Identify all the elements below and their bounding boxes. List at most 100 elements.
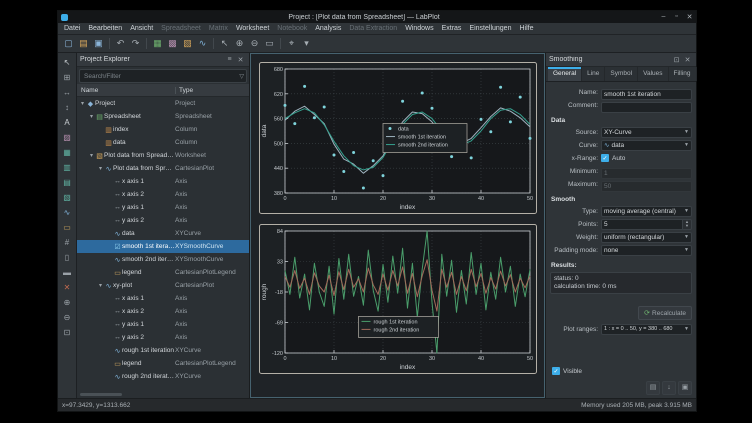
titlebar[interactable]: Project : [Plot data from Spreadsheet] —…: [58, 11, 696, 23]
expander-icon[interactable]: ▾: [88, 113, 95, 120]
tree-row[interactable]: ↔x axis 2Axis: [77, 305, 249, 318]
tree-column-headers[interactable]: Name Type: [77, 84, 249, 97]
menu-data-extraction[interactable]: Data Extraction: [345, 23, 401, 34]
smooth-plot[interactable]: 01020304050380440500560620680indexdatada…: [259, 62, 537, 214]
dock-close-icon[interactable]: ✕: [235, 56, 246, 64]
zoom-fit-icon[interactable]: ▭: [263, 37, 276, 50]
menu-extras[interactable]: Extras: [438, 23, 466, 34]
tree-row[interactable]: ▭legendCartesianPlotLegend: [77, 266, 249, 279]
select-tool-icon[interactable]: ↖: [61, 56, 74, 69]
tree-row[interactable]: ▾▤SpreadsheetSpreadsheet: [77, 110, 249, 123]
tree-row[interactable]: ▾◆ProjectProject: [77, 97, 249, 110]
dock-menu-icon[interactable]: ≡: [224, 56, 235, 63]
menu-datei[interactable]: Datei: [60, 23, 84, 34]
add-curve-tool-icon[interactable]: ∿: [61, 206, 74, 219]
tree-row[interactable]: ↔y axis 2Axis: [77, 331, 249, 344]
tree-row[interactable]: ↔y axis 1Axis: [77, 318, 249, 331]
new-matrix-icon[interactable]: ▩: [166, 37, 179, 50]
tree-row[interactable]: ↔y axis 1Axis: [77, 201, 249, 214]
vertical-layout-icon[interactable]: ▯: [61, 251, 74, 264]
search-box[interactable]: ▽: [79, 69, 247, 83]
tree-row[interactable]: ▾∿Plot data from SpreadsheetCartesianPlo…: [77, 162, 249, 175]
project-explorer-header[interactable]: Project Explorer ≡ ✕: [77, 53, 249, 67]
crosshair-icon[interactable]: ⌖: [285, 37, 298, 50]
open-project-icon[interactable]: ▤: [77, 37, 90, 50]
expander-icon[interactable]: ▾: [97, 165, 104, 172]
tree-row[interactable]: ∿rough 1st iterationXYCurve: [77, 344, 249, 357]
close-button[interactable]: ✕: [683, 13, 696, 21]
expander-icon[interactable]: ▾: [88, 152, 95, 159]
new-project-icon[interactable]: ▢: [62, 37, 75, 50]
add-plot-two-axes-icon[interactable]: ▥: [61, 161, 74, 174]
dock-float-icon[interactable]: ⊡: [671, 56, 682, 64]
add-plot-four-axes-icon[interactable]: ▦: [61, 146, 74, 159]
fit-page-tool-icon[interactable]: ⊡: [61, 326, 74, 339]
column-header-name[interactable]: Name: [77, 87, 175, 94]
text-label-tool-icon[interactable]: A: [61, 116, 74, 129]
expander-icon[interactable]: ▾: [97, 282, 104, 289]
menu-notebook[interactable]: Notebook: [273, 23, 311, 34]
tree-row[interactable]: ↔x axis 1Axis: [77, 175, 249, 188]
worksheet-view[interactable]: 01020304050380440500560620680indexdatada…: [250, 53, 545, 398]
break-layout-icon[interactable]: ✕: [61, 281, 74, 294]
recalculate-button[interactable]: ⟳ Recalculate: [638, 306, 692, 320]
curve-select[interactable]: ∿data ▼: [601, 140, 692, 151]
type-select[interactable]: moving average (central) ▼: [601, 206, 692, 217]
new-plot-icon[interactable]: ∿: [196, 37, 209, 50]
view-mode-dropdown-icon[interactable]: ▾: [300, 37, 313, 50]
search-input[interactable]: [82, 72, 239, 81]
properties-dock-header[interactable]: Smoothing ⊡ ✕: [546, 53, 696, 67]
column-header-type[interactable]: Type: [175, 87, 249, 94]
tree-row[interactable]: ▾▧Plot data from SpreadsheetWorksheet: [77, 149, 249, 162]
save-project-icon[interactable]: ▣: [92, 37, 105, 50]
comment-input[interactable]: [601, 102, 692, 113]
expander-icon[interactable]: ▾: [79, 100, 86, 107]
menu-hilfe[interactable]: Hilfe: [515, 23, 537, 34]
copy-settings-icon[interactable]: ▣: [678, 381, 692, 395]
add-legend-tool-icon[interactable]: ▭: [61, 221, 74, 234]
auto-range-checkbox[interactable]: [601, 154, 609, 162]
grid-tool-icon[interactable]: #: [61, 236, 74, 249]
maximize-button[interactable]: ▫: [670, 13, 683, 21]
tree-row[interactable]: ▾∿xy-plotCartesianPlot: [77, 279, 249, 292]
dock-close-icon[interactable]: ✕: [682, 56, 693, 64]
plot-ranges-select[interactable]: 1 : x = 0 .. 50, y = 380 .. 680 ▼: [601, 324, 692, 335]
undo-icon[interactable]: ↶: [114, 37, 127, 50]
zoom-in-tool-icon[interactable]: ⊕: [61, 296, 74, 309]
add-plot-centered-icon[interactable]: ▤: [61, 176, 74, 189]
tree-row[interactable]: ↔x axis 1Axis: [77, 292, 249, 305]
zoom-y-tool-icon[interactable]: ↕: [61, 101, 74, 114]
horizontal-scrollbar[interactable]: [80, 393, 122, 396]
save-template-icon[interactable]: ↓: [662, 381, 676, 395]
image-tool-icon[interactable]: ▨: [61, 131, 74, 144]
add-plot-template-icon[interactable]: ▧: [61, 191, 74, 204]
new-spreadsheet-icon[interactable]: ▦: [151, 37, 164, 50]
menu-ansicht[interactable]: Ansicht: [126, 23, 157, 34]
tab-symbol[interactable]: Symbol: [605, 67, 638, 81]
filter-icon[interactable]: ▽: [239, 73, 244, 80]
menu-analysis[interactable]: Analysis: [311, 23, 345, 34]
select-mode-icon[interactable]: ↖: [218, 37, 231, 50]
menu-bearbeiten[interactable]: Bearbeiten: [84, 23, 126, 34]
new-worksheet-icon[interactable]: ▧: [181, 37, 194, 50]
menu-matrix[interactable]: Matrix: [205, 23, 232, 34]
tree-row[interactable]: ∿rough 2nd iterationXYCurve: [77, 370, 249, 383]
menu-windows[interactable]: Windows: [401, 23, 437, 34]
rough-plot[interactable]: 010203040508433-18-69-120indexroughrough…: [259, 224, 537, 374]
tree-row[interactable]: ∿smooth 2nd iterationXYSmoothCurve: [77, 253, 249, 266]
tree-row[interactable]: ▥dataColumn: [77, 136, 249, 149]
menu-einstellungen[interactable]: Einstellungen: [465, 23, 515, 34]
tree-row[interactable]: ∿dataXYCurve: [77, 227, 249, 240]
tree-row[interactable]: ▭legendCartesianPlotLegend: [77, 357, 249, 370]
padding-mode-select[interactable]: none ▼: [601, 245, 692, 256]
tree-row[interactable]: ↔x axis 2Axis: [77, 188, 249, 201]
weight-select[interactable]: uniform (rectangular) ▼: [601, 232, 692, 243]
redo-icon[interactable]: ↷: [129, 37, 142, 50]
horizontal-layout-icon[interactable]: ▬: [61, 266, 74, 279]
zoom-x-tool-icon[interactable]: ↔: [61, 86, 74, 99]
tree-row[interactable]: ☑smooth 1st iterationXYSmoothCurve: [77, 240, 249, 253]
zoom-in-icon[interactable]: ⊕: [233, 37, 246, 50]
tab-values[interactable]: Values: [638, 67, 668, 81]
points-spinbox[interactable]: [601, 219, 683, 230]
tree-row[interactable]: ↔y axis 2Axis: [77, 214, 249, 227]
